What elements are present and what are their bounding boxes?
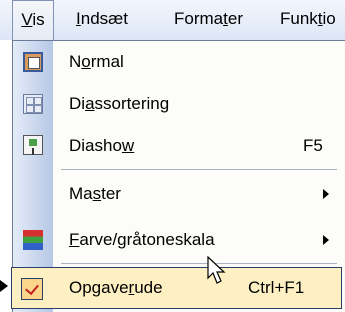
menu-vis-post: is bbox=[32, 10, 45, 29]
normal-post: rmal bbox=[90, 52, 124, 71]
menu-item-normal[interactable]: Normal bbox=[13, 41, 345, 83]
menu-item-label: Diassortering bbox=[69, 83, 169, 125]
menu-formater[interactable]: Formater bbox=[168, 0, 249, 40]
diassortering-pre: Di bbox=[69, 94, 86, 113]
menu-item-label: Diashow bbox=[69, 125, 134, 167]
diassortering-key: a bbox=[85, 94, 95, 113]
diassortering-post: ssortering bbox=[94, 94, 170, 113]
slide-sorter-icon bbox=[23, 94, 43, 114]
menu-vis[interactable]: Vis bbox=[12, 0, 54, 40]
separator bbox=[61, 169, 337, 170]
slide-show-icon bbox=[23, 135, 43, 155]
menu-indsaet-post: ndsæt bbox=[80, 9, 128, 28]
menu-item-farve-graatoneskala[interactable]: Farve/gråtoneskala bbox=[13, 219, 345, 261]
shortcut-text: F5 bbox=[303, 136, 323, 155]
opgaverude-post: ude bbox=[134, 278, 163, 297]
pointer-arrow-icon bbox=[0, 280, 8, 292]
menu-item-diasshow[interactable]: Diashow F5 bbox=[13, 125, 345, 167]
normal-view-icon bbox=[23, 52, 43, 72]
submenu-arrow-icon bbox=[323, 189, 329, 199]
farve-key: F bbox=[69, 230, 80, 249]
normal-pre: N bbox=[69, 52, 82, 71]
menu-item-label: Farve/gråtoneskala bbox=[69, 219, 215, 261]
menu-indsaet[interactable]: Indsæt bbox=[70, 0, 134, 40]
menu-item-diassortering[interactable]: Diassortering bbox=[13, 83, 345, 125]
menu-bar: Vis Indsæt Formater Funktio bbox=[0, 0, 345, 40]
menu-funktioner-pre: Funk bbox=[280, 9, 318, 28]
menu-formater-post: er bbox=[227, 9, 243, 28]
separator bbox=[61, 263, 337, 264]
normal-key: o bbox=[81, 52, 91, 71]
menu-funktioner-post: io bbox=[322, 9, 336, 28]
shortcut-text: Ctrl+F1 bbox=[248, 278, 305, 297]
color-grayscale-icon bbox=[23, 230, 43, 250]
checkmark-icon bbox=[21, 278, 43, 300]
view-menu-dropdown: Normal Diassortering Diashow F5 Master F… bbox=[11, 40, 345, 312]
menu-formater-pre: Forma bbox=[174, 9, 224, 28]
mouse-cursor-icon bbox=[207, 256, 226, 284]
diasshow-key: w bbox=[121, 136, 135, 155]
diasshow-pre: Diasho bbox=[69, 136, 122, 155]
menu-item-label: Normal bbox=[69, 41, 124, 83]
menu-vis-key: V bbox=[21, 10, 33, 29]
menu-item-label: Opgaverude bbox=[69, 268, 163, 310]
master-key: s bbox=[92, 184, 102, 203]
opgaverude-pre: Opgave bbox=[69, 278, 129, 297]
menu-funktioner[interactable]: Funktio bbox=[274, 0, 342, 40]
menu-item-opgaverude[interactable]: Opgaverude Ctrl+F1 bbox=[11, 267, 342, 309]
menu-item-master[interactable]: Master bbox=[13, 173, 345, 215]
master-pre: Ma bbox=[69, 184, 93, 203]
submenu-arrow-icon bbox=[323, 235, 329, 245]
farve-post: arve/gråtoneskala bbox=[79, 230, 215, 249]
master-post: ter bbox=[101, 184, 121, 203]
menu-item-label: Master bbox=[69, 173, 121, 215]
